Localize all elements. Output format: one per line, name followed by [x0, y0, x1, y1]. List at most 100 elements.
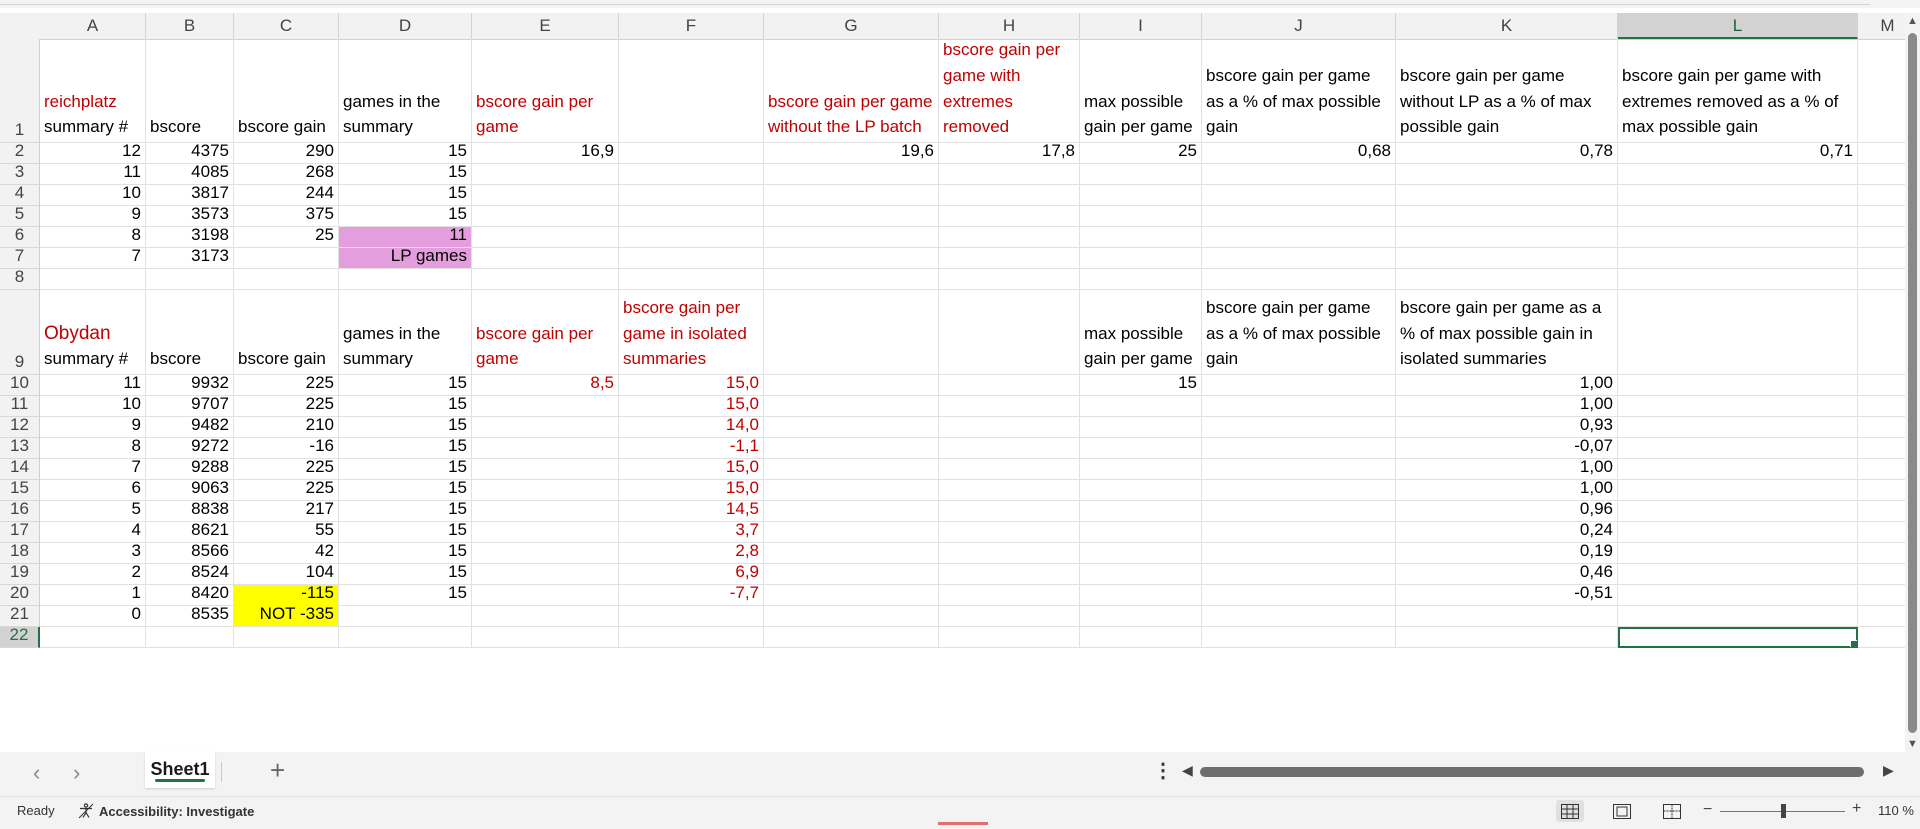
row-header-18[interactable]: 18 — [0, 541, 40, 564]
cell-b14[interactable]: 9288 — [146, 459, 234, 480]
cell-f18[interactable]: 2,8 — [619, 543, 764, 564]
row-header-2[interactable]: 2 — [0, 141, 40, 164]
cell-j20[interactable] — [1202, 585, 1396, 606]
cell-l17[interactable] — [1618, 522, 1858, 543]
cell-d13[interactable]: 15 — [339, 438, 472, 459]
cell-i8[interactable] — [1080, 269, 1202, 290]
cell-i15[interactable] — [1080, 480, 1202, 501]
cell-h2[interactable]: 17,8 — [939, 143, 1080, 164]
cell-f8[interactable] — [619, 269, 764, 290]
row-header-9[interactable]: 9 — [0, 290, 40, 375]
cell-h1[interactable]: bscore gain per game with extremes remov… — [939, 39, 1080, 143]
cell-l4[interactable] — [1618, 185, 1858, 206]
page-layout-icon[interactable] — [1608, 800, 1636, 822]
cell-f10[interactable]: 15,0 — [619, 375, 764, 396]
cell-d9[interactable]: games in the summary — [339, 290, 472, 375]
cell-i18[interactable] — [1080, 543, 1202, 564]
cell-g4[interactable] — [764, 185, 939, 206]
cell-c18[interactable]: 42 — [234, 543, 339, 564]
cell-i11[interactable] — [1080, 396, 1202, 417]
cell-k9[interactable]: bscore gain per game as a % of max possi… — [1396, 290, 1618, 375]
cell-a14[interactable]: 7 — [40, 459, 146, 480]
cell-d16[interactable]: 15 — [339, 501, 472, 522]
cell-b7[interactable]: 3173 — [146, 248, 234, 269]
cell-c13[interactable]: -16 — [234, 438, 339, 459]
cell-c14[interactable]: 225 — [234, 459, 339, 480]
cell-a18[interactable]: 3 — [40, 543, 146, 564]
column-header-j[interactable]: J — [1202, 13, 1396, 39]
cell-f7[interactable] — [619, 248, 764, 269]
cell-c21[interactable]: NOT -335 — [234, 606, 339, 627]
cell-l6[interactable] — [1618, 227, 1858, 248]
cell-g6[interactable] — [764, 227, 939, 248]
cell-g17[interactable] — [764, 522, 939, 543]
cell-d7[interactable]: LP games — [339, 248, 472, 269]
cell-b19[interactable]: 8524 — [146, 564, 234, 585]
cell-h7[interactable] — [939, 248, 1080, 269]
cell-k4[interactable] — [1396, 185, 1618, 206]
cell-e10[interactable]: 8,5 — [472, 375, 619, 396]
cell-l15[interactable] — [1618, 480, 1858, 501]
cell-d21[interactable] — [339, 606, 472, 627]
cell-f14[interactable]: 15,0 — [619, 459, 764, 480]
cell-h20[interactable] — [939, 585, 1080, 606]
cell-d4[interactable]: 15 — [339, 185, 472, 206]
cell-k19[interactable]: 0,46 — [1396, 564, 1618, 585]
cell-i13[interactable] — [1080, 438, 1202, 459]
cell-g5[interactable] — [764, 206, 939, 227]
cell-g13[interactable] — [764, 438, 939, 459]
cell-b12[interactable]: 9482 — [146, 417, 234, 438]
row-header-10[interactable]: 10 — [0, 373, 40, 396]
cell-k17[interactable]: 0,24 — [1396, 522, 1618, 543]
cell-h4[interactable] — [939, 185, 1080, 206]
cell-j13[interactable] — [1202, 438, 1396, 459]
cell-a19[interactable]: 2 — [40, 564, 146, 585]
cell-g19[interactable] — [764, 564, 939, 585]
cell-l22[interactable] — [1618, 627, 1858, 648]
cell-d14[interactable]: 15 — [339, 459, 472, 480]
cell-b22[interactable] — [146, 627, 234, 648]
cell-h9[interactable] — [939, 290, 1080, 375]
cell-e20[interactable] — [472, 585, 619, 606]
cell-j19[interactable] — [1202, 564, 1396, 585]
cell-f5[interactable] — [619, 206, 764, 227]
cell-a1[interactable]: reichplatz summary # — [40, 39, 146, 143]
cell-e17[interactable] — [472, 522, 619, 543]
cell-j8[interactable] — [1202, 269, 1396, 290]
cell-j17[interactable] — [1202, 522, 1396, 543]
cell-a16[interactable]: 5 — [40, 501, 146, 522]
cell-f22[interactable] — [619, 627, 764, 648]
cell-k6[interactable] — [1396, 227, 1618, 248]
row-header-3[interactable]: 3 — [0, 162, 40, 185]
column-header-h[interactable]: H — [939, 13, 1080, 39]
cell-l21[interactable] — [1618, 606, 1858, 627]
cell-e6[interactable] — [472, 227, 619, 248]
cell-b6[interactable]: 3198 — [146, 227, 234, 248]
scroll-up-icon[interactable]: ▲ — [1905, 15, 1920, 27]
cell-c6[interactable]: 25 — [234, 227, 339, 248]
row-header-16[interactable]: 16 — [0, 499, 40, 522]
cell-d3[interactable]: 15 — [339, 164, 472, 185]
cell-b13[interactable]: 9272 — [146, 438, 234, 459]
cell-j4[interactable] — [1202, 185, 1396, 206]
cell-h13[interactable] — [939, 438, 1080, 459]
cell-e9[interactable]: bscore gain per game — [472, 290, 619, 375]
cell-g18[interactable] — [764, 543, 939, 564]
cell-e14[interactable] — [472, 459, 619, 480]
cell-a20[interactable]: 1 — [40, 585, 146, 606]
cell-h15[interactable] — [939, 480, 1080, 501]
cell-d6[interactable]: 11 — [339, 227, 472, 248]
cell-a4[interactable]: 10 — [40, 185, 146, 206]
cell-h3[interactable] — [939, 164, 1080, 185]
cell-i14[interactable] — [1080, 459, 1202, 480]
cell-i12[interactable] — [1080, 417, 1202, 438]
cell-a3[interactable]: 11 — [40, 164, 146, 185]
zoom-slider-knob[interactable] — [1781, 804, 1786, 818]
cell-k21[interactable] — [1396, 606, 1618, 627]
cell-h11[interactable] — [939, 396, 1080, 417]
cell-g16[interactable] — [764, 501, 939, 522]
row-header-11[interactable]: 11 — [0, 394, 40, 417]
cell-i10[interactable]: 15 — [1080, 375, 1202, 396]
cell-c2[interactable]: 290 — [234, 143, 339, 164]
cell-k12[interactable]: 0,93 — [1396, 417, 1618, 438]
